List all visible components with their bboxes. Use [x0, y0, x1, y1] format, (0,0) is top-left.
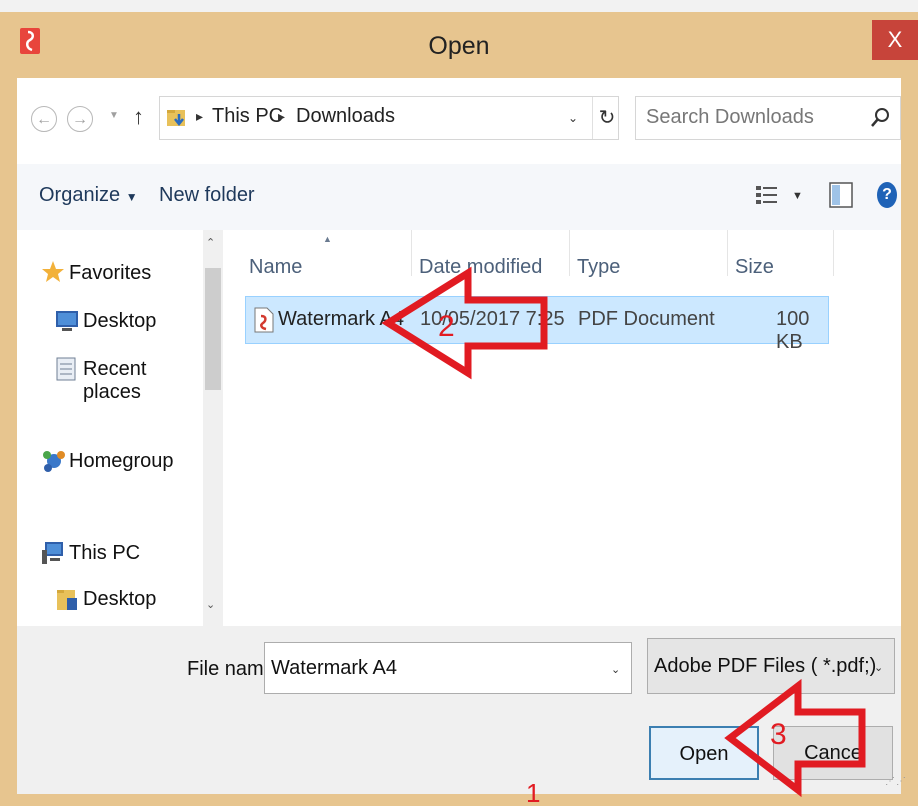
annotation-number-2: 2	[438, 310, 455, 343]
annotation-layer	[381, 266, 866, 798]
annotation-arrow-3	[724, 678, 866, 798]
annotation-number-3: 3	[770, 718, 787, 751]
annotation-arrow-2	[381, 266, 548, 380]
annotation-number-1: 1	[526, 778, 541, 808]
